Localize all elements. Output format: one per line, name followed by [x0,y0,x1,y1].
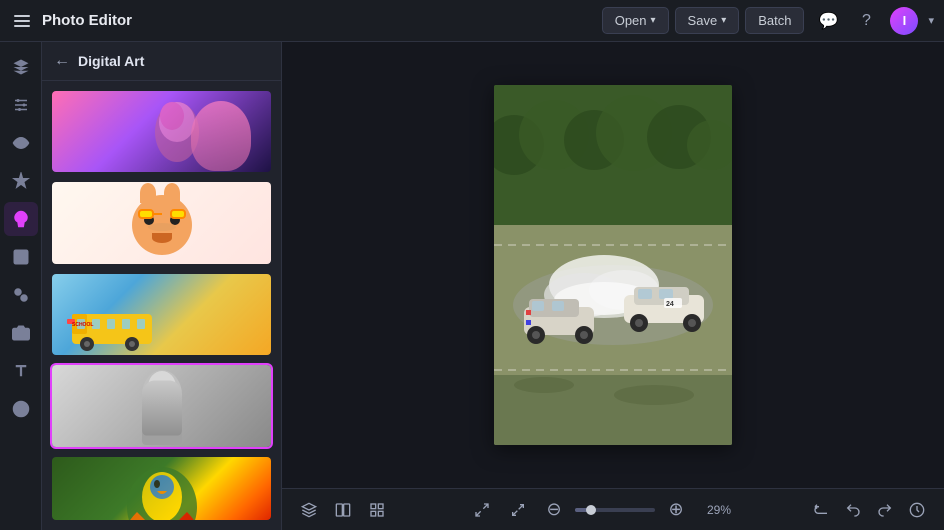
effect-parrot-thumbnail [52,457,271,522]
canvas-content[interactable]: 24 [282,42,944,488]
app-title: Photo Editor [42,12,132,29]
sidebar-item-effects[interactable] [4,164,38,198]
open-button[interactable]: Open ▾ [602,7,669,34]
effect-oil-painting-thumbnail: SCHOOL [52,274,271,357]
effect-graphic-novel-thumbnail [52,365,271,448]
redo-button[interactable] [870,495,900,525]
header: Photo Editor Open ▾ Save ▾ Batch 💬 ? I ▾ [0,0,944,42]
batch-label: Batch [758,13,791,28]
avatar[interactable]: I [890,7,918,35]
sidebar-icons [0,42,42,530]
undo-button[interactable] [838,495,868,525]
zoom-slider-thumb [586,505,596,515]
header-right: 💬 ? I ▾ [814,7,934,35]
effect-cartoonizer-thumbnail [52,91,271,174]
compare-tool-button[interactable] [328,495,358,525]
svg-text:SCHOOL: SCHOOL [72,322,93,328]
header-left: Photo Editor [10,11,592,31]
save-label: Save [688,13,718,28]
zoom-control: ⊖ ⊕ 29% [467,495,731,525]
open-chevron-icon: ▾ [651,15,656,26]
sidebar-item-frames[interactable] [4,240,38,274]
effect-cartoonizer[interactable]: Cartoonizer DLX [50,89,273,174]
header-center: Open ▾ Save ▾ Batch [602,7,805,34]
effect-parrot[interactable] [50,455,273,522]
zoom-in-button[interactable]: ⊕ [661,495,691,525]
save-button[interactable]: Save ▾ [675,7,740,34]
sidebar-item-watermark[interactable] [4,392,38,426]
back-button[interactable]: ← [54,52,70,70]
canvas-area: 24 [282,42,944,530]
main-photo: 24 [494,85,732,445]
sidebar-item-camera[interactable] [4,316,38,350]
dog-decoration [132,195,192,255]
toolbar-right-group [806,495,932,525]
save-chevron-icon: ▾ [721,15,726,26]
effect-underpainting[interactable]: Underpainting DLX [50,180,273,265]
panel-title: Digital Art [78,53,144,69]
grid-tool-button[interactable] [362,495,392,525]
undo-all-button[interactable] [806,495,836,525]
sidebar-item-layers[interactable] [4,50,38,84]
history-button[interactable] [902,495,932,525]
actual-size-button[interactable] [503,495,533,525]
menu-icon[interactable] [10,11,34,31]
effects-panel: ← Digital Art Cartoonizer DLX [42,42,282,530]
effect-underpainting-thumbnail [52,182,271,265]
svg-text:24: 24 [666,301,674,308]
avatar-chevron-icon[interactable]: ▾ [928,14,934,27]
effect-graphic-novel[interactable]: Graphic Novel DLX [50,363,273,448]
layers-tool-button[interactable] [294,495,324,525]
chat-icon[interactable]: 💬 [814,7,842,35]
open-label: Open [615,13,647,28]
main-layout: ← Digital Art Cartoonizer DLX [0,42,944,530]
sidebar-item-objects[interactable] [4,278,38,312]
photo-container: 24 [494,85,732,445]
sidebar-item-text[interactable] [4,354,38,388]
zoom-out-button[interactable]: ⊖ [539,495,569,525]
sidebar-item-digital-art[interactable] [4,202,38,236]
bottom-toolbar: ⊖ ⊕ 29% [282,488,944,530]
sidebar-item-adjustments[interactable] [4,88,38,122]
batch-button[interactable]: Batch [745,7,804,34]
effects-list: Cartoonizer DLX Underpaint [42,81,281,530]
zoom-percent: 29% [697,503,731,517]
effect-oil-painting[interactable]: SCHOOL Oil Painting DLX [50,272,273,357]
sidebar-item-view[interactable] [4,126,38,160]
help-icon[interactable]: ? [852,7,880,35]
zoom-slider[interactable] [575,508,655,512]
toolbar-left-group [294,495,392,525]
fit-view-button[interactable] [467,495,497,525]
panel-header: ← Digital Art [42,42,281,81]
